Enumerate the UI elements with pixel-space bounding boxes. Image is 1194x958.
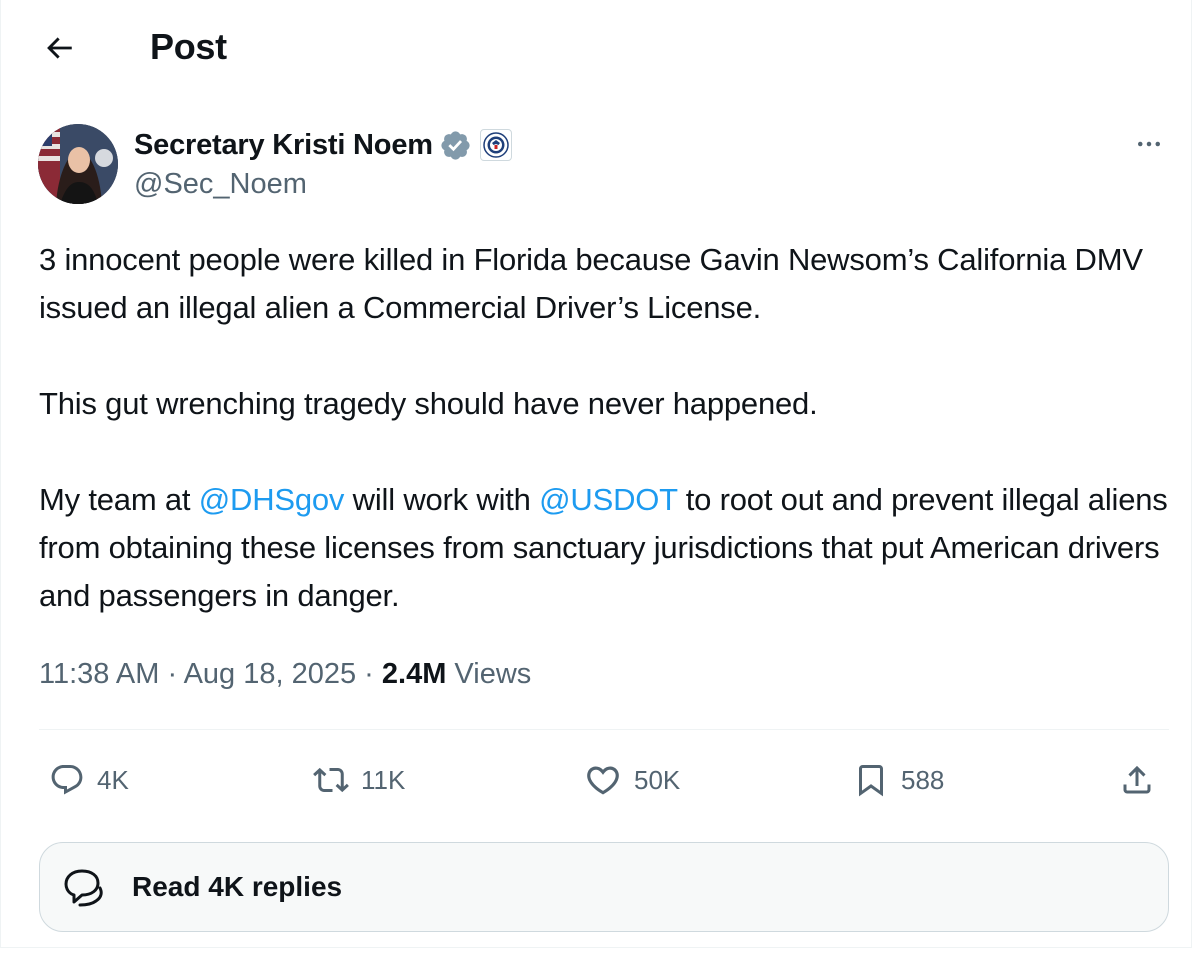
bookmark-count: 588 <box>901 764 945 795</box>
like-icon <box>587 766 619 795</box>
views-count: 2.4M <box>381 658 447 690</box>
reply-icon <box>51 765 83 795</box>
text-segment: My team at <box>39 482 199 517</box>
views-label: Views <box>446 658 532 690</box>
more-options-button[interactable] <box>1129 128 1169 160</box>
meta-separator: · <box>356 658 382 690</box>
share-icon <box>1123 765 1151 794</box>
bookmark-icon <box>859 765 883 797</box>
post-meta: 11:38 AM · Aug 18, 2025 · 2.4M Views <box>39 654 531 694</box>
dhs-seal-icon[interactable] <box>479 129 512 161</box>
tweet-paragraph-2: This gut wrenching tragedy should have n… <box>39 386 818 421</box>
tweet-paragraph-3: My team at @DHSgov will work with @USDOT… <box>39 476 1169 620</box>
page-title: Post <box>150 26 227 67</box>
tweet-paragraph-1: 3 innocent people were killed in Florida… <box>39 242 1143 325</box>
post-detail-panel: Post Secretary Kristi Noem @Sec_Noem 3 i… <box>0 0 1192 948</box>
divider <box>39 729 1169 730</box>
bookmark-button[interactable]: 588 <box>853 758 944 802</box>
tweet-text: 3 innocent people were killed in Florida… <box>39 236 1169 620</box>
mention-link-usdot[interactable]: @USDOT <box>539 482 677 517</box>
reply-count: 4K <box>97 764 129 795</box>
read-replies-button[interactable]: Read 4K replies <box>39 842 1169 932</box>
replies-bubble-icon <box>58 861 110 913</box>
post-time[interactable]: 11:38 AM <box>39 658 159 690</box>
more-icon <box>1138 141 1160 147</box>
meta-separator: · <box>159 658 184 690</box>
arrow-left-icon <box>47 37 72 59</box>
verified-badge-icon[interactable] <box>439 129 472 162</box>
repost-icon <box>313 767 349 793</box>
reply-button[interactable]: 4K <box>49 758 129 802</box>
mention-link-dhsgov[interactable]: @DHSgov <box>199 482 345 517</box>
read-replies-label: Read 4K replies <box>132 871 343 902</box>
author-name-row: Secretary Kristi Noem <box>134 126 512 164</box>
post-date[interactable]: Aug 18, 2025 <box>184 658 357 690</box>
like-count: 50K <box>634 764 681 795</box>
author-handle[interactable]: @Sec_Noem <box>134 166 307 202</box>
author-name[interactable]: Secretary Kristi Noem <box>134 129 433 162</box>
text-segment: will work with <box>344 482 540 517</box>
back-button[interactable] <box>35 24 83 72</box>
avatar-image <box>38 124 118 204</box>
repost-button[interactable]: 11K <box>313 758 405 802</box>
repost-count: 11K <box>361 764 406 795</box>
avatar[interactable] <box>38 124 118 204</box>
like-button[interactable]: 50K <box>584 758 680 802</box>
share-button[interactable] <box>1119 758 1155 802</box>
